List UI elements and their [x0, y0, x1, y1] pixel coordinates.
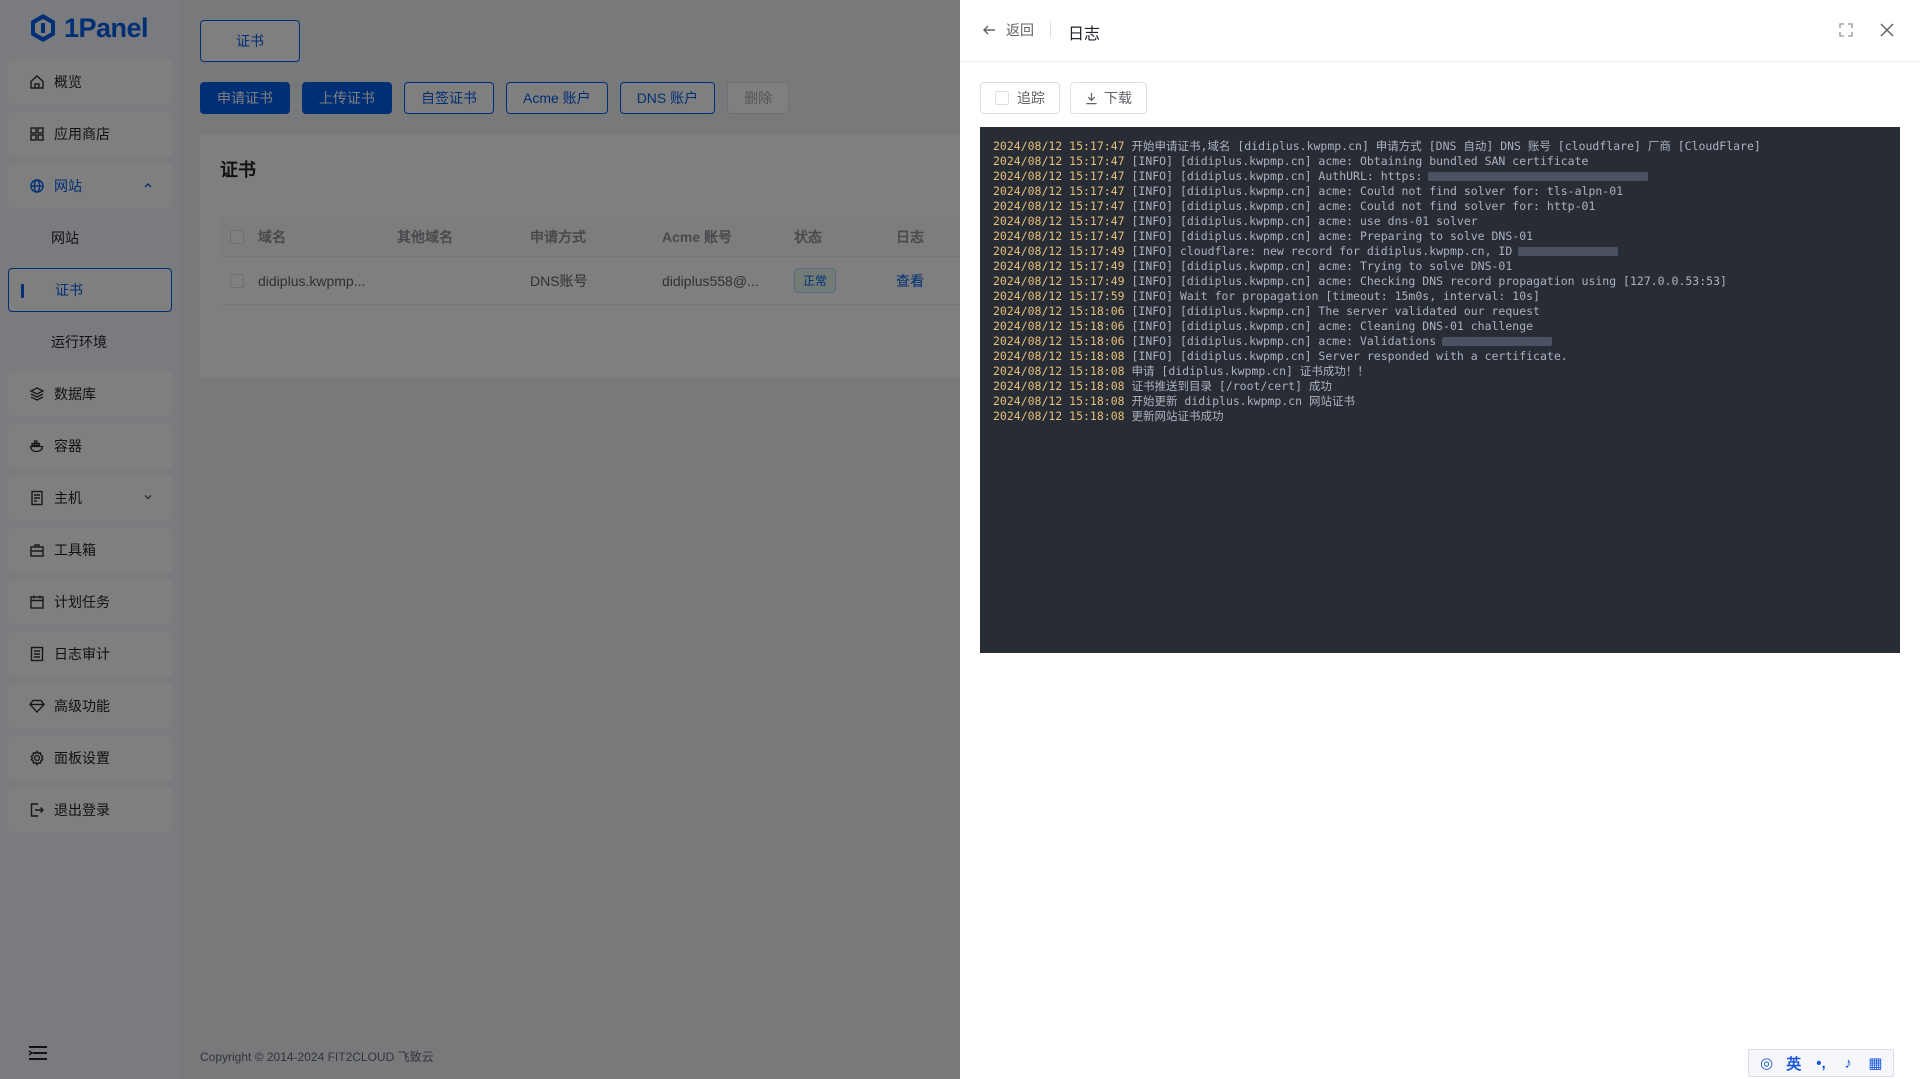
log-timestamp: 2024/08/12 15:18:06 — [993, 319, 1125, 333]
log-message: [INFO] [didiplus.kwpmp.cn] AuthURL: http… — [1124, 169, 1423, 183]
ime-punctuation-icon[interactable]: •, — [1811, 1055, 1831, 1072]
log-line: 2024/08/12 15:18:08 证书推送到目录 [/root/cert]… — [993, 379, 1887, 394]
ime-language-toggle[interactable]: 英 — [1784, 1053, 1804, 1074]
log-timestamp: 2024/08/12 15:18:08 — [993, 409, 1125, 423]
log-line: 2024/08/12 15:17:59 [INFO] Wait for prop… — [993, 289, 1887, 304]
follow-label: 追踪 — [1017, 90, 1045, 106]
log-message: [INFO] [didiplus.kwpmp.cn] acme: Checkin… — [1124, 274, 1727, 288]
log-line: 2024/08/12 15:17:49 [INFO] [didiplus.kwp… — [993, 274, 1887, 289]
log-drawer: 返回 日志 追踪 下载 2024/08/12 15:17:47 开始申请证书,域… — [960, 0, 1920, 1079]
log-message: [INFO] [didiplus.kwpmp.cn] acme: Could n… — [1124, 184, 1624, 198]
log-line: 2024/08/12 15:17:47 [INFO] [didiplus.kwp… — [993, 184, 1887, 199]
log-timestamp: 2024/08/12 15:17:47 — [993, 184, 1125, 198]
log-line: 2024/08/12 15:17:47 开始申请证书,域名 [didiplus.… — [993, 139, 1887, 154]
log-line: 2024/08/12 15:17:49 [INFO] cloudflare: n… — [993, 244, 1887, 259]
microphone-icon[interactable]: ♪ — [1838, 1055, 1858, 1072]
back-button[interactable]: 返回 — [982, 20, 1034, 40]
download-button[interactable]: 下载 — [1070, 82, 1147, 114]
arrow-left-icon — [983, 25, 995, 35]
log-timestamp: 2024/08/12 15:18:08 — [993, 394, 1125, 408]
redacted-text — [1428, 172, 1649, 181]
ime-logo-icon[interactable]: ◎ — [1757, 1054, 1777, 1072]
log-line: 2024/08/12 15:18:08 [INFO] [didiplus.kwp… — [993, 349, 1887, 364]
download-icon — [1086, 92, 1097, 104]
log-line: 2024/08/12 15:18:06 [INFO] [didiplus.kwp… — [993, 319, 1887, 334]
log-line: 2024/08/12 15:17:47 [INFO] [didiplus.kwp… — [993, 169, 1887, 184]
log-timestamp: 2024/08/12 15:18:06 — [993, 334, 1125, 348]
redacted-text — [1442, 337, 1553, 346]
log-message: [INFO] [didiplus.kwpmp.cn] acme: Could n… — [1124, 199, 1596, 213]
log-timestamp: 2024/08/12 15:18:08 — [993, 364, 1125, 378]
log-message: 证书推送到目录 [/root/cert] 成功 — [1124, 379, 1332, 393]
log-timestamp: 2024/08/12 15:17:47 — [993, 214, 1125, 228]
log-line: 2024/08/12 15:17:47 [INFO] [didiplus.kwp… — [993, 154, 1887, 169]
ime-menu-icon[interactable]: ▦ — [1865, 1054, 1885, 1072]
log-message: [INFO] [didiplus.kwpmp.cn] acme: Cleanin… — [1124, 319, 1534, 333]
header-divider — [1050, 22, 1051, 38]
log-message: [INFO] [didiplus.kwpmp.cn] The server va… — [1124, 304, 1540, 318]
log-timestamp: 2024/08/12 15:18:06 — [993, 304, 1125, 318]
log-message: [INFO] [didiplus.kwpmp.cn] acme: Validat… — [1124, 334, 1437, 348]
log-line: 2024/08/12 15:17:47 [INFO] [didiplus.kwp… — [993, 214, 1887, 229]
log-message: [INFO] [didiplus.kwpmp.cn] acme: Trying … — [1124, 259, 1513, 273]
log-timestamp: 2024/08/12 15:17:49 — [993, 259, 1125, 273]
log-message: [INFO] [didiplus.kwpmp.cn] acme: Prepari… — [1124, 229, 1534, 243]
log-message: 申请 [didiplus.kwpmp.cn] 证书成功！！ — [1124, 364, 1369, 378]
log-timestamp: 2024/08/12 15:18:08 — [993, 379, 1125, 393]
log-timestamp: 2024/08/12 15:17:47 — [993, 169, 1125, 183]
log-message: [INFO] cloudflare: new record for didipl… — [1124, 244, 1513, 258]
ime-toolbar: ◎ 英 •, ♪ ▦ — [1748, 1049, 1894, 1077]
log-timestamp: 2024/08/12 15:17:47 — [993, 139, 1125, 153]
redacted-text — [1518, 247, 1619, 256]
log-timestamp: 2024/08/12 15:17:59 — [993, 289, 1125, 303]
log-message: 开始更新 didiplus.kwpmp.cn 网站证书 — [1124, 394, 1356, 408]
log-timestamp: 2024/08/12 15:17:47 — [993, 229, 1125, 243]
log-line: 2024/08/12 15:18:08 开始更新 didiplus.kwpmp.… — [993, 394, 1887, 409]
log-message: [INFO] [didiplus.kwpmp.cn] acme: Obtaini… — [1124, 154, 1589, 168]
log-line: 2024/08/12 15:17:47 [INFO] [didiplus.kwp… — [993, 199, 1887, 214]
drawer-title: 日志 — [1068, 26, 1101, 43]
download-label: 下载 — [1104, 90, 1132, 106]
log-timestamp: 2024/08/12 15:17:47 — [993, 199, 1125, 213]
log-message: [INFO] [didiplus.kwpmp.cn] Server respon… — [1124, 349, 1568, 363]
fullscreen-icon[interactable] — [1838, 22, 1854, 38]
log-line: 2024/08/12 15:17:47 [INFO] [didiplus.kwp… — [993, 229, 1887, 244]
close-icon[interactable] — [1878, 21, 1896, 39]
log-message: [INFO] Wait for propagation [timeout: 15… — [1124, 289, 1540, 303]
log-line: 2024/08/12 15:17:49 [INFO] [didiplus.kwp… — [993, 259, 1887, 274]
log-timestamp: 2024/08/12 15:17:49 — [993, 274, 1125, 288]
follow-checkbox-box — [995, 91, 1009, 105]
log-message: 开始申请证书,域名 [didiplus.kwpmp.cn] 申请方式 [DNS … — [1124, 139, 1761, 153]
follow-checkbox[interactable]: 追踪 — [980, 82, 1060, 114]
back-label: 返回 — [1006, 22, 1034, 38]
log-line: 2024/08/12 15:18:08 更新网站证书成功 — [993, 409, 1887, 424]
log-message: [INFO] [didiplus.kwpmp.cn] acme: use dns… — [1124, 214, 1478, 228]
log-timestamp: 2024/08/12 15:18:08 — [993, 349, 1125, 363]
log-line: 2024/08/12 15:18:06 [INFO] [didiplus.kwp… — [993, 334, 1887, 349]
log-viewer[interactable]: 2024/08/12 15:17:47 开始申请证书,域名 [didiplus.… — [980, 127, 1900, 653]
log-line: 2024/08/12 15:18:08 申请 [didiplus.kwpmp.c… — [993, 364, 1887, 379]
log-timestamp: 2024/08/12 15:17:47 — [993, 154, 1125, 168]
log-line: 2024/08/12 15:18:06 [INFO] [didiplus.kwp… — [993, 304, 1887, 319]
log-timestamp: 2024/08/12 15:17:49 — [993, 244, 1125, 258]
drawer-actions: 追踪 下载 — [980, 82, 1147, 114]
log-message: 更新网站证书成功 — [1124, 409, 1224, 423]
drawer-header: 返回 日志 — [960, 0, 1920, 62]
